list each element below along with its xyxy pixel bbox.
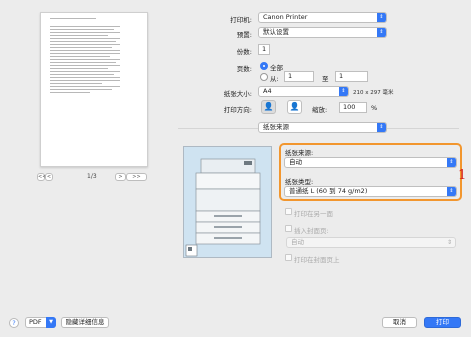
paper-dimensions: 210 x 297 毫米: [353, 90, 394, 96]
popup-arrows-icon: ⇕: [447, 158, 456, 167]
panel-selector-value: 纸张来源: [263, 123, 289, 131]
pages-all-radio[interactable]: [260, 62, 268, 70]
print-on-cover-checkbox[interactable]: [285, 254, 292, 261]
presets-label: 预置:: [236, 31, 252, 39]
print-button[interactable]: 打印: [424, 317, 461, 328]
insert-cover-label: 插入封面页:: [294, 227, 329, 235]
print-preview-page: [40, 12, 148, 167]
preview-text-line: [50, 80, 120, 81]
portrait-person-icon: 👤: [263, 102, 274, 111]
pages-label: 页数:: [236, 65, 252, 73]
preview-text-line: [50, 53, 120, 54]
pages-range-radio[interactable]: [260, 73, 268, 81]
previous-page-button[interactable]: <: [45, 173, 53, 181]
orientation-label: 打印方向:: [223, 106, 252, 114]
print-other-side-checkbox[interactable]: [285, 208, 292, 215]
help-button[interactable]: ?: [9, 318, 19, 328]
preview-text-line: [50, 50, 120, 51]
presets-popup[interactable]: 默认设置 ⇕: [258, 27, 387, 38]
chevron-down-icon: ▼: [46, 317, 56, 328]
pages-from-field[interactable]: 1: [284, 71, 314, 82]
paper-source-popup[interactable]: 自动 ⇕: [284, 157, 457, 168]
paper-size-popup[interactable]: A4 ⇕: [258, 86, 349, 97]
hide-details-button[interactable]: 隐藏详细信息: [61, 317, 109, 328]
scale-label: 缩放:: [312, 106, 328, 114]
popup-arrows-icon: ⇕: [446, 239, 452, 246]
paper-type-label: 纸张类型:: [285, 178, 314, 186]
page-indicator: 1/3: [87, 173, 97, 180]
preview-text-line: [50, 74, 114, 75]
printer-value: Canon Printer: [263, 13, 308, 21]
printer-popup[interactable]: Canon Printer ⇕: [258, 12, 387, 23]
portrait-orientation-button[interactable]: 👤: [261, 100, 276, 114]
paper-type-popup[interactable]: 普通纸 L (60 到 74 g/m2) ⇕: [284, 186, 457, 197]
scale-field[interactable]: 100: [339, 102, 367, 113]
preview-text-line: [50, 18, 96, 19]
copies-label: 份数:: [236, 48, 252, 56]
popup-arrows-icon: ⇕: [377, 13, 386, 22]
print-on-cover-label: 打印在封面页上: [294, 256, 340, 264]
pages-to-field[interactable]: 1: [335, 71, 368, 82]
panel-selector-popup[interactable]: 纸张来源 ⇕: [258, 122, 387, 133]
popup-arrows-icon: ⇕: [339, 87, 348, 96]
callout-number: 1: [458, 168, 467, 183]
preview-text-line: [50, 59, 120, 60]
preview-text-line: [50, 62, 116, 63]
scale-unit: %: [371, 104, 378, 112]
pages-from-label: 从:: [270, 75, 279, 83]
preview-text-line: [50, 92, 90, 93]
printer-illustration: [183, 146, 272, 258]
preview-text-line: [50, 26, 120, 27]
printer-label: 打印机:: [230, 16, 252, 24]
cover-source-popup[interactable]: 自动 ⇕: [286, 237, 456, 248]
printer-device-icon: [185, 158, 261, 257]
cover-source-value: 自动: [291, 238, 304, 246]
next-page-button[interactable]: >: [115, 173, 126, 181]
pages-all-label: 全部: [270, 64, 283, 72]
preview-text-line: [50, 71, 120, 72]
popup-arrows-icon: ⇕: [377, 123, 386, 132]
preview-text-line: [50, 32, 120, 33]
landscape-orientation-button[interactable]: 👤: [287, 100, 302, 114]
paper-source-value: 自动: [289, 158, 302, 166]
preview-text-line: [50, 77, 120, 78]
landscape-person-icon: 👤: [289, 102, 300, 111]
preview-text-line: [50, 68, 108, 69]
paper-size-label: 纸张大小:: [223, 90, 252, 98]
preview-text-line: [50, 35, 108, 36]
preview-text-line: [50, 29, 114, 30]
preview-text-line: [50, 41, 116, 42]
insert-cover-checkbox[interactable]: [285, 225, 292, 232]
preview-text-line: [50, 83, 102, 84]
preview-text-line: [50, 86, 120, 87]
paper-size-value: A4: [263, 87, 272, 95]
preview-text-line: [50, 38, 120, 39]
last-page-button[interactable]: >>: [126, 173, 147, 181]
copies-field[interactable]: 1: [258, 44, 270, 55]
paper-source-label: 纸张来源:: [285, 149, 314, 157]
preview-text-line: [50, 89, 112, 90]
preview-text-line: [50, 44, 120, 45]
pages-to-label: 至: [322, 75, 329, 83]
cancel-button[interactable]: 取消: [382, 317, 417, 328]
first-page-button[interactable]: <<: [37, 173, 46, 181]
presets-value: 默认设置: [263, 28, 289, 36]
preview-text-line: [50, 47, 112, 48]
pdf-menu-button[interactable]: PDF ▼: [25, 317, 56, 328]
popup-arrows-icon: ⇕: [377, 28, 386, 37]
paper-type-value: 普通纸 L (60 到 74 g/m2): [289, 187, 368, 195]
pdf-label: PDF: [29, 318, 42, 326]
popup-arrows-icon: ⇕: [447, 187, 456, 196]
print-other-side-label: 打印在另一面: [294, 210, 333, 218]
preview-text-line: [50, 56, 110, 57]
preview-text-line: [50, 65, 120, 66]
